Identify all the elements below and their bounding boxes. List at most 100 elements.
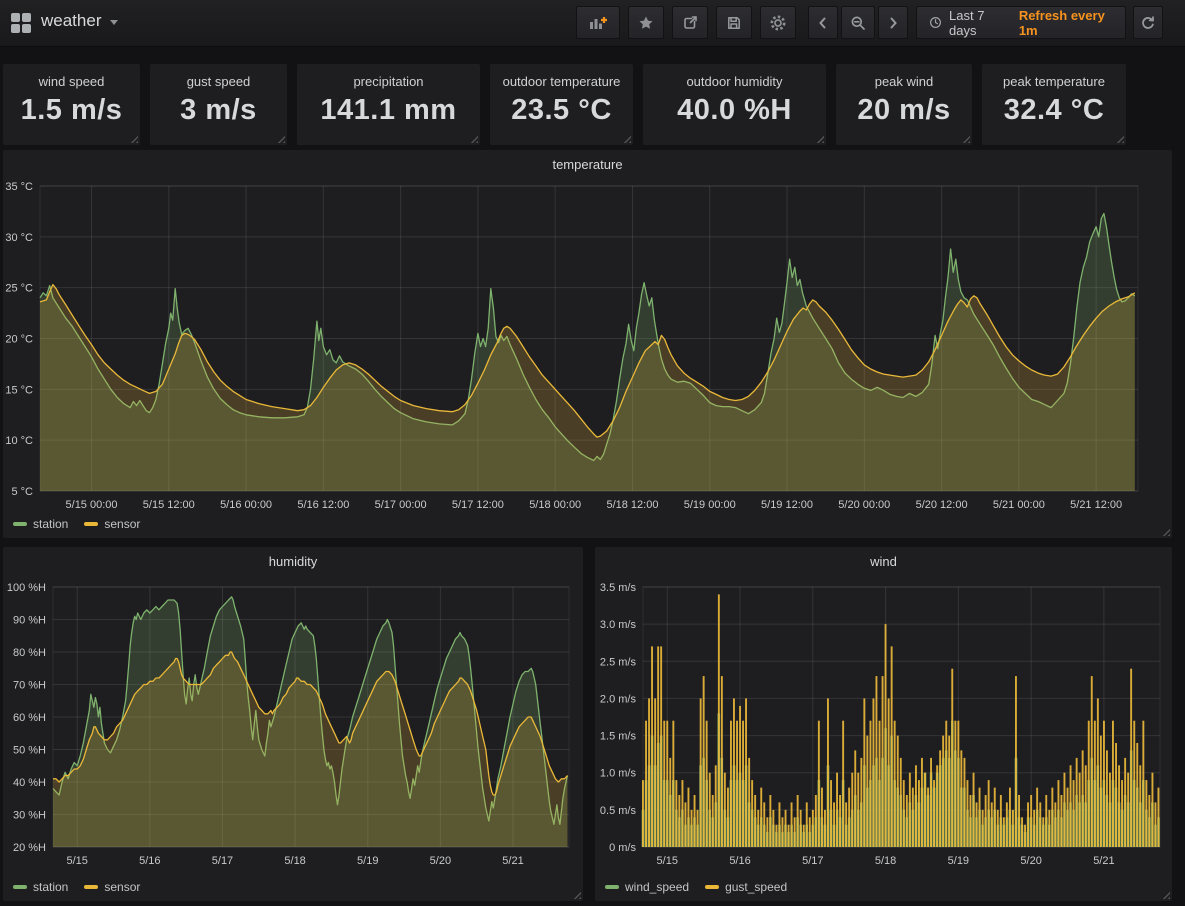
- stat-value: 20 m/s: [836, 94, 972, 127]
- svg-text:3.0 m/s: 3.0 m/s: [600, 619, 637, 631]
- stat-panel-gust-speed: gust speed 3 m/s: [150, 64, 287, 145]
- resize-handle[interactable]: [960, 133, 970, 143]
- resize-handle[interactable]: [621, 133, 631, 143]
- grafana-logo-icon[interactable]: [11, 13, 31, 33]
- svg-text:5/20 12:00: 5/20 12:00: [916, 499, 968, 511]
- stat-value: 1.5 m/s: [3, 94, 140, 127]
- svg-text:25 °C: 25 °C: [5, 283, 33, 295]
- svg-text:5/15 00:00: 5/15 00:00: [66, 499, 118, 511]
- svg-text:5/20: 5/20: [430, 855, 451, 867]
- share-button[interactable]: [672, 6, 708, 39]
- time-forward-button[interactable]: [878, 6, 908, 39]
- svg-text:5/19 12:00: 5/19 12:00: [761, 499, 813, 511]
- legend-item-station[interactable]: station: [13, 880, 68, 894]
- legend-item-sensor[interactable]: sensor: [84, 880, 140, 894]
- svg-text:5/18 12:00: 5/18 12:00: [606, 499, 658, 511]
- legend-item-sensor[interactable]: sensor: [84, 517, 140, 531]
- svg-text:15 °C: 15 °C: [5, 384, 33, 396]
- series-color-dash: [605, 885, 619, 889]
- svg-text:80 %H: 80 %H: [13, 647, 46, 659]
- svg-text:5/21: 5/21: [502, 855, 523, 867]
- svg-text:100 %H: 100 %H: [7, 582, 46, 594]
- svg-text:30 %H: 30 %H: [13, 810, 46, 822]
- legend-item-wind-speed[interactable]: wind_speed: [605, 880, 689, 894]
- dashboard-title: weather: [41, 11, 101, 31]
- stat-panel-wind-speed: wind speed 1.5 m/s: [3, 64, 140, 145]
- svg-text:5/19 00:00: 5/19 00:00: [684, 499, 736, 511]
- svg-text:10 °C: 10 °C: [5, 435, 33, 447]
- legend-label: station: [33, 517, 68, 531]
- svg-text:5/16 00:00: 5/16 00:00: [220, 499, 272, 511]
- time-back-button[interactable]: [808, 6, 838, 39]
- svg-text:5/18 00:00: 5/18 00:00: [529, 499, 581, 511]
- star-icon: [638, 15, 654, 31]
- humidity-legend: station sensor: [13, 880, 140, 894]
- humidity-graph-panel: humidity 20 %H30 %H40 %H50 %H60 %H70 %H8…: [3, 547, 583, 901]
- temperature-chart[interactable]: 5 °C10 °C15 °C20 °C25 °C30 °C35 °C5/15 0…: [3, 150, 1172, 538]
- series-color-dash: [13, 885, 27, 889]
- time-range-label: Last 7 days: [949, 8, 1007, 38]
- refresh-button[interactable]: [1133, 6, 1163, 39]
- wind-chart[interactable]: 0 m/s0.5 m/s1.0 m/s1.5 m/s2.0 m/s2.5 m/s…: [595, 547, 1172, 901]
- wind-legend: wind_speed gust_speed: [605, 880, 787, 894]
- stat-panel-peak-wind: peak wind 20 m/s: [836, 64, 972, 145]
- svg-text:50 %H: 50 %H: [13, 745, 46, 757]
- add-panel-icon: [589, 15, 608, 31]
- series-color-dash: [84, 522, 98, 526]
- refresh-icon: [1140, 15, 1156, 31]
- svg-text:5/20 00:00: 5/20 00:00: [838, 499, 890, 511]
- stat-title: outdoor humidity: [643, 74, 826, 89]
- stat-panel-precipitation: precipitation 141.1 mm: [297, 64, 480, 145]
- stat-title: peak wind: [836, 74, 972, 89]
- stat-value: 23.5 °C: [490, 94, 633, 127]
- stat-value: 3 m/s: [150, 94, 287, 127]
- series-color-dash: [705, 885, 719, 889]
- stat-title: outdoor temperature: [490, 74, 633, 89]
- legend-item-station[interactable]: station: [13, 517, 68, 531]
- legend-label: sensor: [104, 517, 140, 531]
- chevron-left-icon: [816, 16, 830, 30]
- add-panel-button[interactable]: [576, 6, 620, 39]
- stat-title: wind speed: [3, 74, 140, 89]
- svg-text:5/21 12:00: 5/21 12:00: [1070, 499, 1122, 511]
- save-button[interactable]: [716, 6, 752, 39]
- zoom-out-button[interactable]: [841, 6, 875, 39]
- legend-item-gust-speed[interactable]: gust_speed: [705, 880, 787, 894]
- svg-text:5 °C: 5 °C: [11, 486, 33, 498]
- svg-text:5/18: 5/18: [284, 855, 305, 867]
- resize-handle[interactable]: [1114, 133, 1124, 143]
- svg-text:2.0 m/s: 2.0 m/s: [600, 693, 637, 705]
- wind-graph-panel: wind 0 m/s0.5 m/s1.0 m/s1.5 m/s2.0 m/s2.…: [595, 547, 1172, 901]
- stat-value: 32.4 °C: [982, 94, 1126, 127]
- resize-handle[interactable]: [128, 133, 138, 143]
- stat-panel-peak-temperature: peak temperature 32.4 °C: [982, 64, 1126, 145]
- svg-text:60 %H: 60 %H: [13, 712, 46, 724]
- svg-text:20 °C: 20 °C: [5, 334, 33, 346]
- humidity-chart[interactable]: 20 %H30 %H40 %H50 %H60 %H70 %H80 %H90 %H…: [3, 547, 583, 901]
- svg-text:40 %H: 40 %H: [13, 777, 46, 789]
- chevron-right-icon: [886, 16, 900, 30]
- svg-text:0 m/s: 0 m/s: [609, 842, 636, 854]
- stat-title: gust speed: [150, 74, 287, 89]
- legend-label: station: [33, 880, 68, 894]
- svg-text:5/17: 5/17: [802, 855, 823, 867]
- svg-text:5/16: 5/16: [139, 855, 160, 867]
- resize-handle[interactable]: [814, 133, 824, 143]
- time-range-picker[interactable]: Last 7 days Refresh every 1m: [916, 6, 1126, 39]
- resize-handle[interactable]: [468, 133, 478, 143]
- svg-text:5/15: 5/15: [67, 855, 88, 867]
- resize-handle[interactable]: [275, 133, 285, 143]
- svg-text:5/15 12:00: 5/15 12:00: [143, 499, 195, 511]
- svg-text:3.5 m/s: 3.5 m/s: [600, 582, 637, 594]
- svg-text:90 %H: 90 %H: [13, 615, 46, 627]
- dashboard-title-dropdown[interactable]: weather: [41, 11, 118, 31]
- legend-label: sensor: [104, 880, 140, 894]
- gear-icon: [769, 14, 787, 32]
- svg-text:5/18: 5/18: [875, 855, 896, 867]
- chevron-down-icon: [110, 20, 118, 25]
- stat-value: 141.1 mm: [297, 94, 480, 127]
- svg-text:5/20: 5/20: [1020, 855, 1041, 867]
- star-button[interactable]: [628, 6, 664, 39]
- stat-panel-outdoor-temperature: outdoor temperature 23.5 °C: [490, 64, 633, 145]
- settings-button[interactable]: [760, 6, 796, 39]
